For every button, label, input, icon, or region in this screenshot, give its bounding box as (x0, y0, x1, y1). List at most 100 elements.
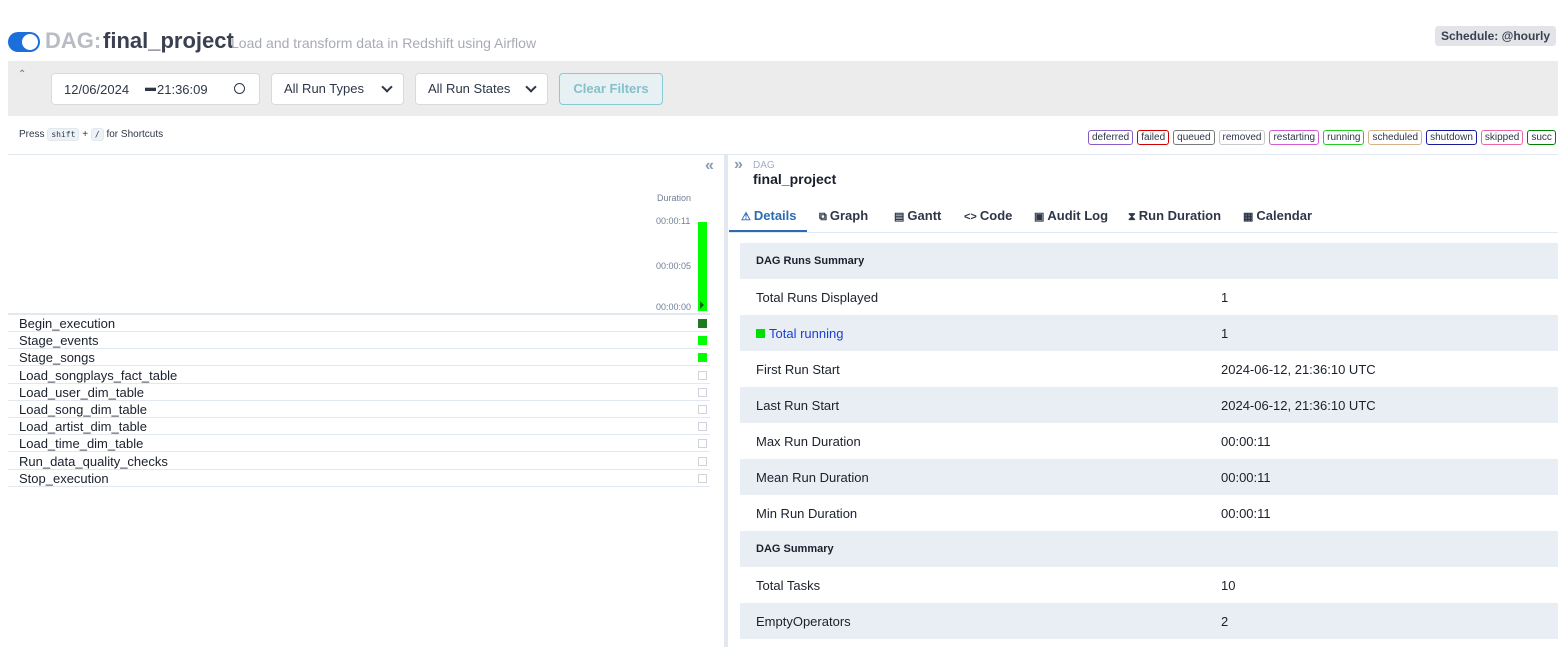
legend-chip[interactable]: running (1323, 130, 1365, 145)
tab-run-duration[interactable]: ⧗ Run Duration (1128, 208, 1221, 224)
tab-code[interactable]: <> Code (964, 208, 1012, 223)
task-instance-square[interactable] (698, 353, 707, 363)
tab-details[interactable]: ⚠ Details (741, 208, 797, 223)
task-row[interactable]: Load_user_dim_table (8, 384, 710, 401)
tab-graph[interactable]: ⧉ Graph (819, 208, 868, 224)
task-row[interactable]: Run_data_quality_checks (8, 453, 710, 470)
row-key-text: Min Run Duration (756, 506, 858, 521)
row-value: 00:00:11 (1221, 470, 1271, 485)
task-row[interactable]: Begin_execution (8, 315, 710, 332)
task-row[interactable]: Load_artist_dim_table (8, 418, 710, 436)
task-row[interactable]: Stop_execution (8, 470, 710, 487)
shortcut-plus: + (82, 129, 89, 140)
task-row[interactable]: Stage_songs (8, 349, 710, 367)
base-date-input[interactable]: 12/06/2024 ▬ 21:36:09 (51, 73, 260, 105)
task-row[interactable]: Stage_events (8, 332, 710, 350)
legend-chip[interactable]: scheduled (1368, 130, 1423, 145)
tab-label: Code (979, 208, 1013, 223)
gantt-icon: ▤ (894, 211, 905, 223)
row-value: 10 (1221, 578, 1236, 593)
task-name[interactable]: Stop_execution (19, 471, 109, 486)
task-name[interactable]: Stage_songs (19, 350, 95, 365)
tab-gantt[interactable]: ▤ Gantt (894, 208, 941, 223)
task-instance-square[interactable] (698, 422, 707, 432)
row-key-text: First Run Start (756, 362, 840, 377)
task-row[interactable]: Load_time_dim_table (8, 435, 710, 453)
task-instance-square[interactable] (698, 473, 707, 483)
task-name[interactable]: Load_songplays_fact_table (19, 368, 177, 383)
legend-chip[interactable]: failed (1137, 130, 1170, 145)
run-types-select[interactable]: All Run Types (271, 73, 404, 105)
chevron-down-icon (525, 81, 537, 93)
collapse-up-icon[interactable]: ⌃ (18, 69, 26, 80)
task-instance-square[interactable] (698, 370, 707, 380)
warning-icon: ⚠ (741, 211, 751, 223)
row-value: 2 (1221, 614, 1229, 629)
details-table: DAG Runs Summary Total Runs Displayed 1 Tot… (740, 243, 1558, 639)
collapse-grid-icon[interactable]: « (705, 157, 714, 175)
dag-pause-toggle[interactable] (8, 32, 40, 52)
shortcut-key-shift: shift (47, 128, 80, 141)
total-running-link[interactable]: Total running (756, 326, 843, 341)
panel-resize-handle[interactable] (724, 155, 728, 647)
time-value: 21:36:09 (157, 82, 208, 97)
row-key-text: Total Tasks (756, 578, 821, 593)
row-key-text: DAG Summary (756, 543, 834, 555)
task-instance-square[interactable] (698, 336, 707, 346)
legend-chip[interactable]: deferred (1088, 130, 1134, 145)
table-row: Mean Run Duration 00:00:11 (740, 459, 1558, 495)
row-key: Total Tasks (756, 578, 820, 593)
row-value: 1 (1221, 326, 1229, 341)
task-name[interactable]: Load_time_dim_table (19, 436, 143, 451)
task-instance-square[interactable] (698, 439, 707, 449)
task-instance-square[interactable] (698, 456, 707, 466)
task-name[interactable]: Begin_execution (19, 316, 115, 331)
table-row: Total running 1 (740, 315, 1558, 351)
calendar-icon: ▦ (1243, 211, 1254, 223)
task-name[interactable]: Load_artist_dim_table (19, 419, 147, 434)
task-name[interactable]: Load_user_dim_table (19, 385, 144, 400)
legend-chip[interactable]: restarting (1269, 130, 1320, 145)
breadcrumb-dag-name[interactable]: final_project (753, 171, 836, 187)
task-name[interactable]: Stage_events (19, 333, 99, 348)
task-instance-square[interactable] (698, 319, 707, 328)
tab-label: Graph (829, 208, 869, 223)
task-row[interactable]: Load_song_dim_table (8, 401, 710, 418)
tab-audit-log[interactable]: ▣ Audit Log (1034, 208, 1108, 223)
run-duration-bar[interactable] (698, 222, 707, 311)
dag-title[interactable]: final_project (103, 28, 234, 54)
legend-chip[interactable]: queued (1173, 130, 1215, 145)
divider (8, 154, 1558, 155)
row-key-text: Mean Run Duration (756, 470, 869, 485)
task-instance-square[interactable] (698, 387, 707, 397)
legend-chip[interactable]: removed (1218, 130, 1266, 145)
task-row[interactable]: Load_songplays_fact_table (8, 367, 710, 384)
running-status-icon (756, 329, 765, 338)
section-header-row: DAG Runs Summary (740, 243, 1558, 279)
tab-label: Gantt (907, 208, 942, 223)
duration-tick: 00:00:05 (656, 261, 692, 271)
legend-chip[interactable]: skipped (1480, 130, 1524, 145)
tab-calendar[interactable]: ▦ Calendar (1243, 208, 1312, 223)
tab-label: Run Duration (1138, 208, 1222, 223)
tab-label: Calendar (1256, 208, 1313, 223)
table-row: Max Run Duration 00:00:11 (740, 423, 1558, 459)
row-key: DAG Summary (756, 543, 834, 555)
shortcut-hint: Press shift + / for Shortcuts (19, 128, 163, 141)
row-key: First Run Start (756, 362, 840, 377)
task-name[interactable]: Run_data_quality_checks (19, 454, 168, 469)
expand-panel-icon[interactable]: » (734, 156, 743, 174)
table-row: First Run Start 2024-06-12, 21:36:10 UTC (740, 351, 1558, 387)
active-tab-indicator (729, 230, 807, 232)
row-key: EmptyOperators (756, 614, 851, 629)
task-name[interactable]: Load_song_dim_table (19, 402, 147, 417)
dag-description: Load and transform data in Redshift usin… (231, 35, 537, 51)
clear-filters-button[interactable]: Clear Filters (559, 73, 663, 105)
task-instance-square[interactable] (698, 405, 707, 414)
clock-icon[interactable] (234, 83, 245, 94)
run-states-select[interactable]: All Run States (415, 73, 548, 105)
tab-label: Details (753, 208, 797, 223)
legend-chip[interactable]: succ (1527, 130, 1556, 145)
legend-chip[interactable]: shutdown (1426, 130, 1477, 145)
audit-log-icon: ▣ (1034, 211, 1045, 223)
